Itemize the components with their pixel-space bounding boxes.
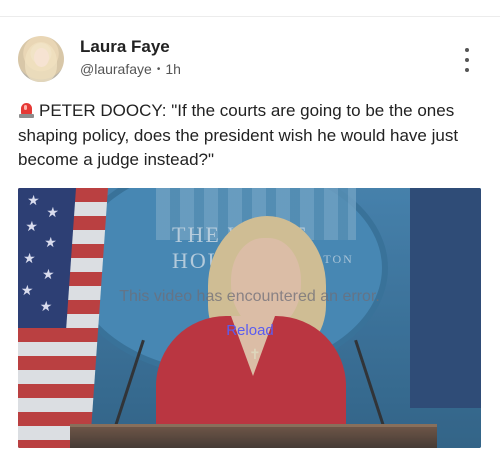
- post-text: PETER DOOCY: "If the courts are going to…: [18, 101, 459, 169]
- more-dot: [465, 68, 469, 72]
- post-time: 1h: [165, 61, 181, 77]
- video-error-overlay: [18, 188, 481, 448]
- reload-button[interactable]: Reload: [219, 319, 281, 341]
- meta-separator: •: [156, 63, 161, 75]
- post-meta: @laurafaye • 1h: [80, 61, 181, 77]
- more-dot: [465, 48, 469, 52]
- author-name[interactable]: Laura Faye: [80, 37, 170, 57]
- more-dot: [465, 58, 469, 62]
- video-error-message: This video has encountered an error.: [119, 288, 380, 305]
- avatar-face: [34, 48, 49, 67]
- more-options-icon[interactable]: [458, 48, 476, 72]
- post-card: Laura Faye @laurafaye • 1h PETER DOOCY: …: [0, 17, 500, 462]
- video-player[interactable]: THE WHITE HOUSE WASHINGTON ★ ★ ★ ★ ★ ★ ★…: [18, 188, 481, 448]
- rotating-light-icon: [18, 102, 35, 118]
- avatar[interactable]: [18, 36, 64, 82]
- author-handle[interactable]: @laurafaye: [80, 61, 152, 77]
- post-body: PETER DOOCY: "If the courts are going to…: [18, 99, 480, 173]
